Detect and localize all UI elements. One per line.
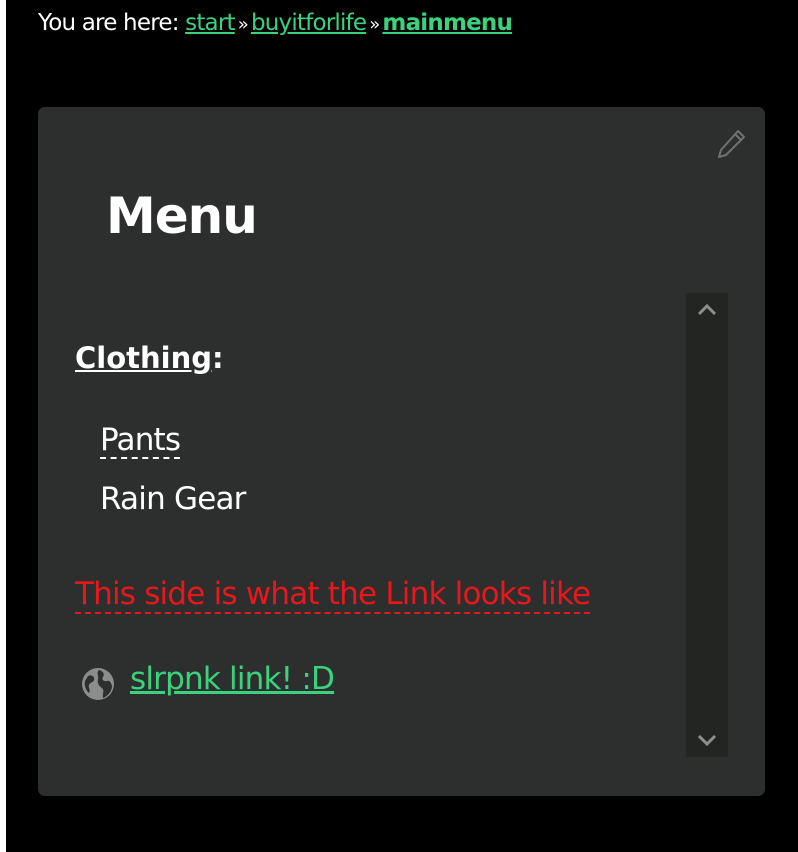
- breadcrumb-prefix: You are here:: [38, 10, 179, 36]
- globe-icon: [82, 668, 114, 700]
- slrpnk-link[interactable]: slrpnk link! :D: [130, 661, 335, 697]
- menu-title: Menu: [106, 187, 258, 245]
- pencil-icon[interactable]: [712, 125, 750, 163]
- menu-content: Clothing: Pants Rain Gear This side is w…: [75, 293, 685, 763]
- scrollbar[interactable]: [686, 293, 728, 757]
- category-label: Clothing: [75, 341, 212, 375]
- menu-item-pants[interactable]: Pants: [100, 423, 181, 459]
- page: You are here: start» buyitforlife» mainmen…: [6, 0, 798, 852]
- menu-panel: Menu Clothing: Pants Rain Gear This side…: [38, 107, 765, 796]
- breadcrumb-link-mainmenu[interactable]: mainmenu: [382, 10, 512, 36]
- breadcrumb-separator: »: [237, 14, 249, 35]
- missing-page-link[interactable]: This side is what the Link looks like: [75, 576, 591, 614]
- breadcrumb-link-start[interactable]: start: [185, 10, 235, 36]
- menu-item-rain-gear: Rain Gear: [100, 481, 246, 517]
- category-suffix: :: [212, 341, 224, 375]
- breadcrumb-separator: »: [369, 14, 380, 35]
- chevron-down-icon[interactable]: [686, 723, 728, 757]
- category-heading: Clothing:: [75, 341, 224, 375]
- breadcrumb: You are here: start» buyitforlife» mainmen…: [38, 10, 513, 36]
- chevron-up-icon[interactable]: [686, 293, 728, 327]
- breadcrumb-link-buyitforlife[interactable]: buyitforlife: [251, 10, 367, 36]
